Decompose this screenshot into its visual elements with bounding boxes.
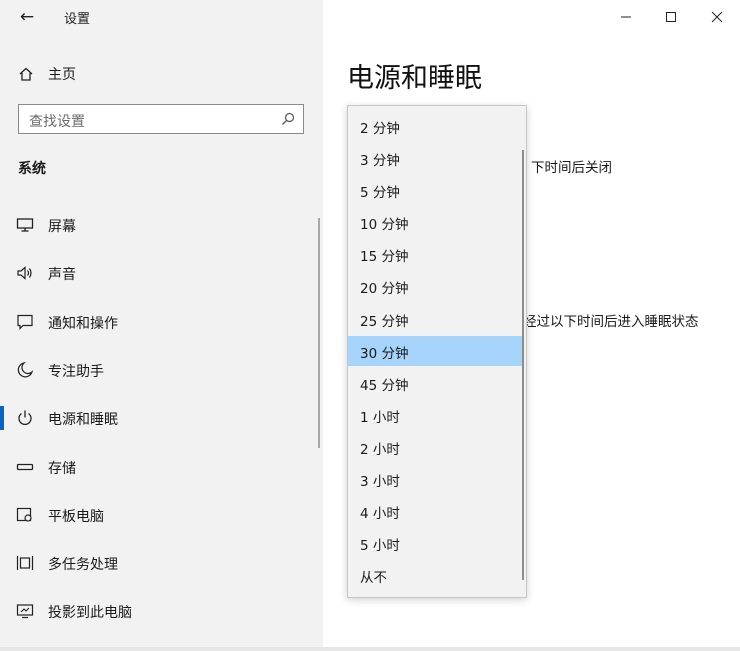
- sidebar-item-label: 屏幕: [48, 219, 76, 235]
- dropdown-option[interactable]: 从不: [348, 560, 523, 590]
- search-placeholder: 查找设置: [29, 114, 85, 130]
- dropdown-scrollbar[interactable]: [522, 150, 524, 580]
- bottom-border: [0, 647, 740, 651]
- maximize-button[interactable]: [658, 4, 684, 30]
- home-icon: [19, 67, 33, 81]
- home-label: 主页: [48, 67, 76, 83]
- dropdown-option[interactable]: 2 小时: [348, 432, 523, 462]
- dropdown-option[interactable]: 5 小时: [348, 528, 523, 558]
- dropdown-option[interactable]: 10 分钟: [348, 207, 523, 237]
- notification-icon: [17, 314, 33, 330]
- sidebar-item-storage[interactable]: 存储: [0, 447, 320, 487]
- sidebar-item-label: 存储: [48, 461, 76, 477]
- close-button[interactable]: [704, 4, 730, 30]
- active-indicator: [0, 406, 4, 430]
- sidebar-item-label: 电源和睡眠: [48, 412, 118, 428]
- sidebar-item-display[interactable]: 屏幕: [0, 205, 320, 245]
- sidebar: 主页 查找设置 系统 屏幕 声音 通知和操作 专注助手 电源和睡眠 存储 平板电…: [0, 0, 323, 651]
- dropdown-option[interactable]: 45 分钟: [348, 368, 523, 398]
- monitor-icon: [16, 218, 34, 232]
- back-arrow-icon: ←: [19, 7, 35, 27]
- dropdown-option[interactable]: 5 分钟: [348, 175, 523, 205]
- sidebar-item-focus-assist[interactable]: 专注助手: [0, 350, 320, 390]
- dropdown-option[interactable]: 2 分钟: [348, 111, 523, 141]
- sidebar-item-project-to-pc[interactable]: 投影到此电脑: [0, 591, 320, 631]
- dropdown-option[interactable]: 4 小时: [348, 496, 523, 526]
- sidebar-item-label: 声音: [48, 267, 76, 283]
- sidebar-item-multitasking[interactable]: 多任务处理: [0, 543, 320, 583]
- sidebar-item-label: 专注助手: [48, 364, 104, 380]
- sidebar-item-label: 平板电脑: [48, 509, 104, 525]
- dropdown-option[interactable]: 15 分钟: [348, 239, 523, 269]
- screen-off-description: 下时间后关闭: [531, 160, 612, 176]
- dropdown-option[interactable]: 25 分钟: [348, 304, 523, 334]
- projector-icon: [16, 604, 34, 619]
- minimize-icon: [621, 16, 631, 18]
- sidebar-item-label: 投影到此电脑: [48, 605, 132, 621]
- tablet-icon: [16, 507, 32, 522]
- dropdown-option-selected[interactable]: 30 分钟: [348, 336, 523, 366]
- sidebar-item-label: 通知和操作: [48, 316, 118, 332]
- dropdown-option[interactable]: 3 小时: [348, 464, 523, 494]
- dropdown-option[interactable]: 1 小时: [348, 400, 523, 430]
- sidebar-item-notifications[interactable]: 通知和操作: [0, 302, 320, 342]
- title-bar: ← 设置: [0, 0, 740, 34]
- sidebar-scrollbar[interactable]: [318, 218, 320, 448]
- dropdown-option[interactable]: 20 分钟: [348, 271, 523, 301]
- power-icon: [18, 410, 32, 425]
- storage-icon: [16, 463, 34, 471]
- sidebar-item-tablet[interactable]: 平板电脑: [0, 495, 320, 535]
- moon-icon: [17, 361, 34, 378]
- section-title: 系统: [18, 161, 46, 177]
- home-nav-item[interactable]: 主页: [18, 62, 76, 86]
- sleep-description: 经过以下时间后进入睡眠状态: [523, 314, 699, 330]
- timeout-dropdown-list[interactable]: 2 分钟 3 分钟 5 分钟 10 分钟 15 分钟 20 分钟 25 分钟 3…: [347, 105, 527, 598]
- multitask-icon: [16, 556, 34, 570]
- back-button[interactable]: ←: [14, 4, 40, 30]
- page-title: 电源和睡眠: [347, 63, 482, 94]
- search-input[interactable]: 查找设置: [18, 104, 304, 134]
- window-title: 设置: [64, 12, 91, 27]
- search-icon[interactable]: [281, 112, 295, 126]
- sidebar-item-power-sleep[interactable]: 电源和睡眠: [0, 398, 320, 438]
- sidebar-item-sound[interactable]: 声音: [0, 253, 320, 293]
- minimize-button[interactable]: [613, 4, 639, 30]
- dropdown-option[interactable]: 3 分钟: [348, 143, 523, 173]
- maximize-icon: [666, 12, 676, 22]
- close-icon: [711, 11, 723, 23]
- sidebar-item-label: 多任务处理: [48, 557, 118, 573]
- speaker-icon: [17, 266, 32, 280]
